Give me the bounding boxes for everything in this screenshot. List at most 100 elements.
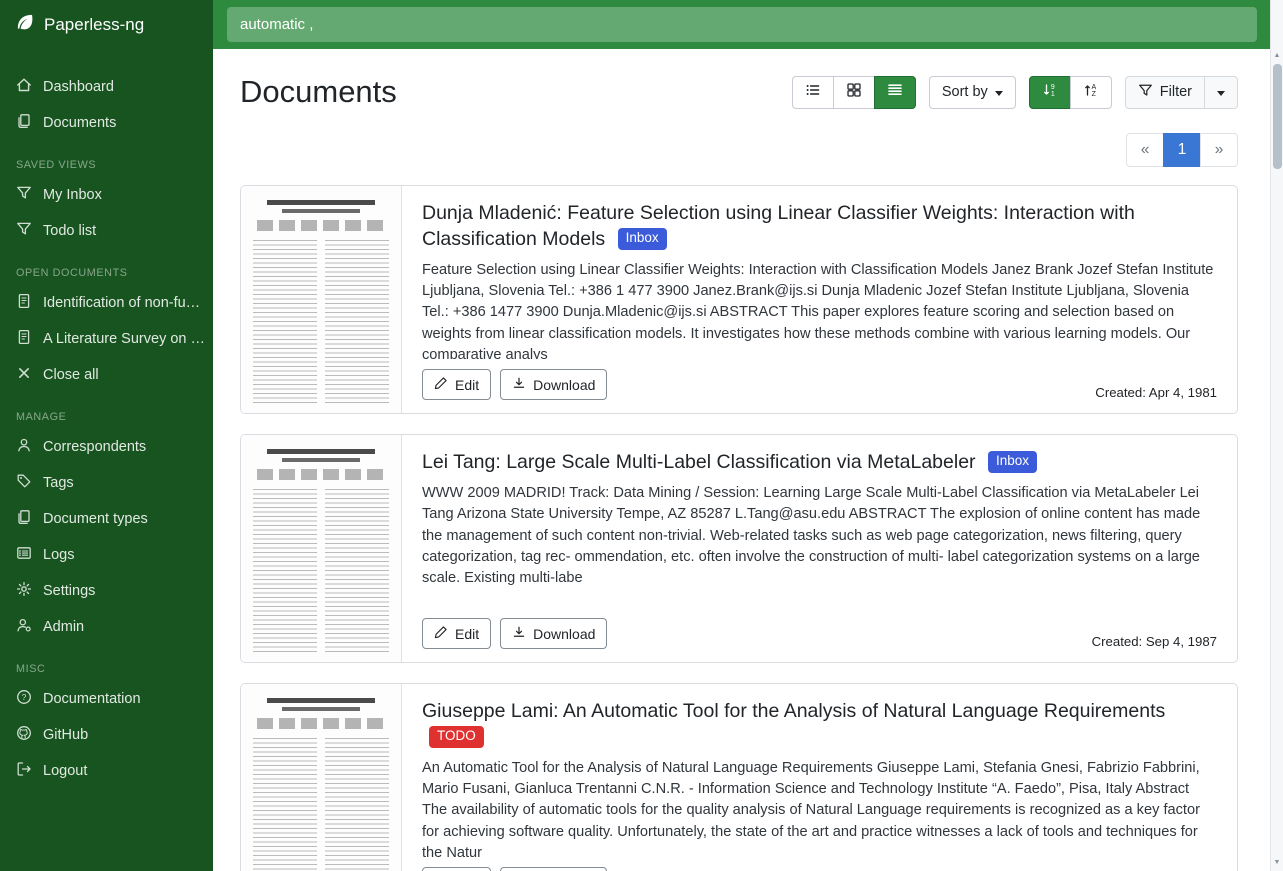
sort-direction-group: 91 AZ bbox=[1029, 76, 1112, 109]
brand-link[interactable]: Paperless-ng bbox=[0, 0, 213, 49]
view-details-button[interactable] bbox=[874, 76, 916, 109]
sidebar-item-open-document-2[interactable]: A Literature Survey on … bbox=[0, 321, 213, 357]
document-thumbnail[interactable] bbox=[241, 684, 402, 871]
scrollbar-up-arrow[interactable]: ▲ bbox=[1271, 50, 1283, 62]
document-tag-badge[interactable]: Inbox bbox=[988, 451, 1037, 473]
thumbnail-title-line bbox=[267, 698, 376, 703]
list-view-icon bbox=[805, 82, 821, 102]
sidebar-item-todo-list[interactable]: Todo list bbox=[0, 213, 213, 249]
filter-label: Filter bbox=[1160, 84, 1192, 100]
thumbnail-title-line bbox=[267, 449, 376, 454]
download-button[interactable]: Download bbox=[500, 618, 607, 649]
funnel-icon bbox=[16, 185, 32, 205]
files-icon bbox=[16, 113, 32, 133]
content: Documents Sort by bbox=[213, 49, 1283, 871]
edit-button[interactable]: Edit bbox=[422, 369, 491, 400]
document-excerpt: An Automatic Tool for the Analysis of Na… bbox=[422, 758, 1217, 857]
sidebar-item-label: Todo list bbox=[43, 223, 96, 239]
document-actions: Edit Download bbox=[422, 618, 607, 649]
document-excerpt: Feature Selection using Linear Classifie… bbox=[422, 260, 1217, 359]
funnel-icon bbox=[1138, 83, 1153, 102]
sidebar-item-open-document-1[interactable]: Identification of non-fu… bbox=[0, 285, 213, 321]
sidebar-item-label: Documentation bbox=[43, 691, 141, 707]
sidebar-item-github[interactable]: GitHub bbox=[0, 717, 213, 753]
filter-button[interactable]: Filter bbox=[1125, 76, 1205, 109]
filter-group: Filter bbox=[1125, 76, 1238, 109]
sidebar-nav: Dashboard Documents SAVED VIEWS My Inbox… bbox=[0, 49, 213, 799]
sidebar-item-logout[interactable]: Logout bbox=[0, 753, 213, 789]
pagination-next[interactable]: » bbox=[1200, 133, 1238, 167]
sidebar-item-documents[interactable]: Documents bbox=[0, 105, 213, 141]
leaf-icon bbox=[15, 12, 35, 37]
thumbnail-title-line bbox=[282, 458, 361, 462]
sidebar-item-label: A Literature Survey on … bbox=[43, 331, 205, 347]
sidebar-item-documentation[interactable]: ? Documentation bbox=[0, 681, 213, 717]
documents-toolbar: Documents Sort by bbox=[240, 72, 1238, 112]
sidebar-item-correspondents[interactable]: Correspondents bbox=[0, 429, 213, 465]
document-tag-badge[interactable]: TODO bbox=[429, 726, 484, 748]
sidebar-item-admin[interactable]: Admin bbox=[0, 609, 213, 645]
funnel-icon bbox=[16, 221, 32, 241]
thumbnail-title-line bbox=[267, 200, 376, 205]
created-date: Created: Sep 4, 1987 bbox=[1092, 634, 1217, 649]
scrollbar-thumb[interactable] bbox=[1273, 64, 1282, 169]
thumbnail-authors-line bbox=[257, 469, 385, 480]
document-card: Giuseppe Lami: An Automatic Tool for the… bbox=[240, 683, 1238, 871]
document-card-footer: Edit Download Created: Apr 4, 1981 bbox=[422, 359, 1217, 400]
sidebar-item-tags[interactable]: Tags bbox=[0, 465, 213, 501]
download-label: Download bbox=[533, 377, 595, 393]
view-grid-button[interactable] bbox=[833, 76, 875, 109]
file-text-icon bbox=[16, 329, 32, 349]
sidebar-item-settings[interactable]: Settings bbox=[0, 573, 213, 609]
scrollbar[interactable]: ▲ ▼ bbox=[1270, 0, 1283, 871]
toolbar-controls: Sort by 91 AZ Filte bbox=[792, 76, 1238, 109]
pagination-page-1[interactable]: 1 bbox=[1163, 133, 1201, 167]
edit-button[interactable]: Edit bbox=[422, 867, 491, 871]
edit-label: Edit bbox=[455, 377, 479, 393]
view-list-button[interactable] bbox=[792, 76, 834, 109]
document-card-body: Lei Tang: Large Scale Multi-Label Classi… bbox=[402, 435, 1237, 662]
sidebar-item-my-inbox[interactable]: My Inbox bbox=[0, 177, 213, 213]
document-title-link[interactable]: Dunja Mladenić: Feature Selection using … bbox=[422, 202, 1135, 250]
sidebar-item-label: Close all bbox=[43, 367, 99, 383]
sidebar-item-dashboard[interactable]: Dashboard bbox=[0, 69, 213, 105]
sidebar-item-close-all[interactable]: Close all bbox=[0, 357, 213, 393]
manage-heading: MANAGE bbox=[0, 393, 213, 429]
page-title: Documents bbox=[240, 72, 397, 112]
search-input[interactable] bbox=[227, 7, 1257, 42]
pencil-icon bbox=[434, 625, 448, 642]
details-view-icon bbox=[887, 82, 903, 102]
sort-by-dropdown[interactable]: Sort by bbox=[929, 76, 1016, 109]
sidebar-item-document-types[interactable]: Document types bbox=[0, 501, 213, 537]
download-icon bbox=[512, 376, 526, 393]
logout-icon bbox=[16, 761, 32, 781]
download-button[interactable]: Download bbox=[500, 369, 607, 400]
document-title-link[interactable]: Lei Tang: Large Scale Multi-Label Classi… bbox=[422, 451, 976, 473]
thumbnail-title-line bbox=[282, 209, 361, 213]
document-actions: Edit Download bbox=[422, 369, 607, 400]
document-tag-badge[interactable]: Inbox bbox=[618, 228, 667, 250]
sidebar-item-label: Correspondents bbox=[43, 439, 146, 455]
document-title: Dunja Mladenić: Feature Selection using … bbox=[422, 201, 1217, 253]
sort-descending-button[interactable]: 91 bbox=[1029, 76, 1071, 109]
document-title-link[interactable]: Giuseppe Lami: An Automatic Tool for the… bbox=[422, 700, 1165, 722]
document-thumbnail[interactable] bbox=[241, 186, 402, 413]
house-icon bbox=[16, 77, 32, 97]
tag-icon bbox=[16, 473, 32, 493]
document-thumbnail[interactable] bbox=[241, 435, 402, 662]
saved-views-heading: SAVED VIEWS bbox=[0, 141, 213, 177]
sidebar-item-logs[interactable]: Logs bbox=[0, 537, 213, 573]
paperless-app: Paperless-ng Dashboard Documents SAVED V… bbox=[0, 0, 1283, 871]
scrollbar-down-arrow[interactable]: ▼ bbox=[1271, 857, 1283, 869]
pagination-prev[interactable]: « bbox=[1126, 133, 1164, 167]
sidebar-item-label: Logs bbox=[43, 547, 74, 563]
download-button[interactable]: Download bbox=[500, 867, 607, 871]
list-icon bbox=[16, 545, 32, 565]
sort-alpha-up-icon: AZ bbox=[1083, 82, 1099, 102]
sidebar-item-label: Identification of non-fu… bbox=[43, 295, 200, 311]
thumbnail-authors-line bbox=[257, 220, 385, 231]
edit-button[interactable]: Edit bbox=[422, 618, 491, 649]
sort-ascending-button[interactable]: AZ bbox=[1070, 76, 1112, 109]
filter-dropdown-toggle[interactable] bbox=[1204, 76, 1238, 109]
download-icon bbox=[512, 625, 526, 642]
